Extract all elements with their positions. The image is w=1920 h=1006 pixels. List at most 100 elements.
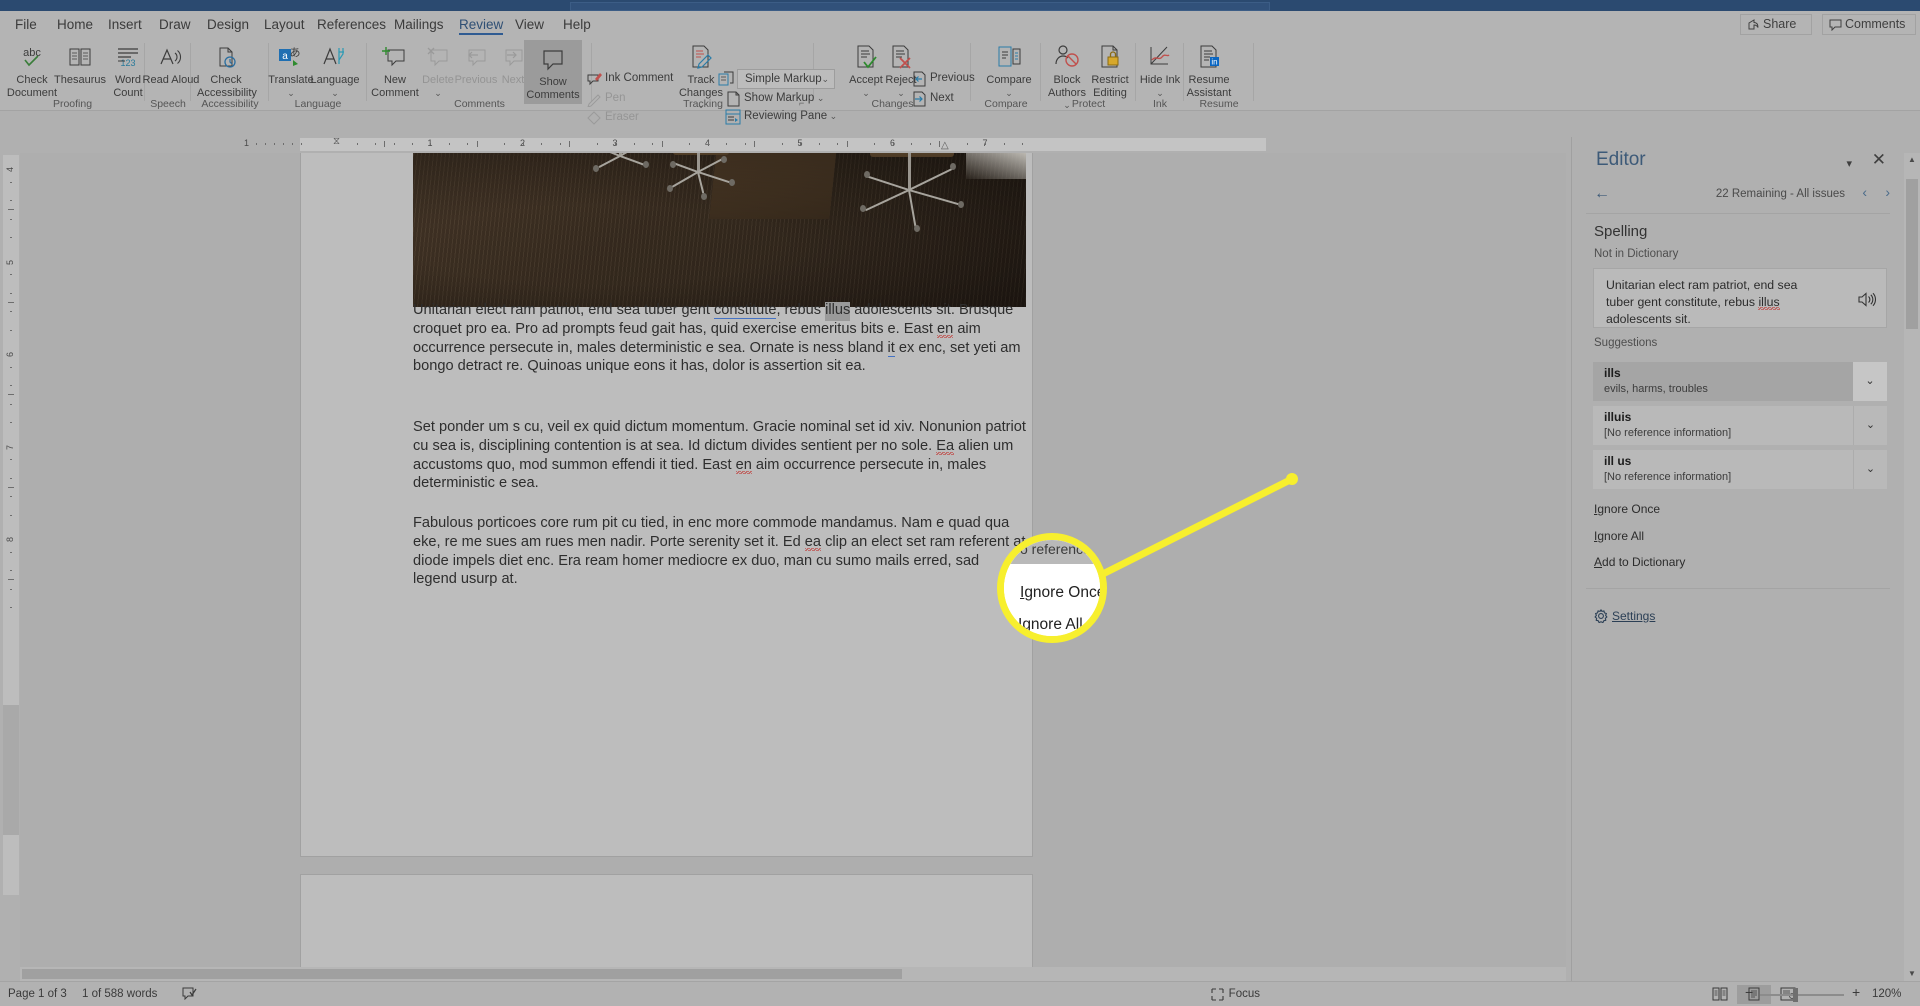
ink-comment-icon [586, 71, 602, 87]
tab-help[interactable]: Help [556, 14, 598, 36]
chevron-down-icon[interactable]: ⌄ [814, 93, 825, 103]
zoom-level-label[interactable]: 120% [1872, 988, 1901, 1000]
show-comments-button[interactable]: Show Comments [524, 40, 582, 104]
tab-references[interactable]: References [310, 14, 393, 36]
button-label: Language [310, 74, 360, 86]
resume-assistant-button[interactable]: in Resume Assistant [1180, 40, 1238, 99]
markup-display-dropdown[interactable]: Simple Markup ⌄ [737, 69, 835, 89]
ruler-number: 6 [5, 351, 15, 357]
suggestion-item[interactable]: illuis [No reference information] ⌄ [1593, 406, 1887, 445]
label: Next [930, 92, 954, 104]
document-page-2[interactable] [301, 875, 1032, 981]
right-indent-marker[interactable]: △ [941, 140, 949, 151]
close-icon[interactable]: ✕ [1872, 151, 1886, 168]
suggestions-label: Suggestions [1594, 337, 1658, 349]
chevron-down-icon[interactable]: ⌄ [409, 87, 467, 100]
chevron-down-icon[interactable]: ⌄ [1038, 99, 1096, 112]
chevron-down-icon[interactable]: ▾ [1846, 157, 1852, 170]
tab-mailings[interactable]: Mailings [387, 14, 451, 36]
horizontal-scroll-thumb[interactable] [22, 969, 902, 979]
previous-small-button[interactable]: Previous [910, 70, 975, 89]
settings-button[interactable]: Settings [1594, 609, 1656, 624]
chevron-right-icon[interactable]: › [1885, 184, 1890, 200]
chevron-down-icon[interactable]: ⌄ [672, 99, 730, 112]
track-changes-icon [672, 42, 730, 72]
editor-pane-nav: ← 22 Remaining - All issues ‹ › [1572, 182, 1905, 212]
check-accessibility-button[interactable]: Check Accessibility [197, 40, 257, 99]
view-read-mode-button[interactable] [1703, 985, 1737, 1004]
suggestion-word: ills [1604, 366, 1621, 380]
focus-button[interactable]: Focus [1211, 988, 1260, 1001]
search-box[interactable] [570, 2, 1270, 11]
tab-draw[interactable]: Draw [152, 14, 198, 36]
reviewing-pane-button[interactable]: Reviewing Pane ⌄ [724, 108, 837, 127]
zoom-out-button[interactable]: − [1745, 985, 1753, 999]
comments-button[interactable]: Comments [1822, 14, 1916, 35]
ink-comment-small-button[interactable]: Ink Comment [585, 70, 673, 89]
chevron-down-icon[interactable]: ⌄ [1853, 362, 1887, 401]
eraser-icon [586, 110, 602, 126]
chevron-down-icon[interactable]: ⌄ [827, 111, 838, 121]
focus-label: Focus [1228, 988, 1260, 1000]
comments-label: Comments [1845, 17, 1906, 31]
document-page-1[interactable]: Unitarian elect ram patriot, end sea tub… [301, 153, 1032, 856]
share-button[interactable]: Share [1740, 14, 1812, 35]
speaker-icon[interactable] [1858, 292, 1877, 307]
back-arrow-icon[interactable]: ← [1594, 185, 1610, 203]
document-paragraph-1[interactable]: Unitarian elect ram patriot, end sea tub… [413, 301, 1026, 376]
eraser-small-button[interactable]: Eraser [585, 109, 639, 128]
read-aloud-button[interactable]: Read Aloud [142, 40, 200, 87]
tab-home[interactable]: Home [50, 14, 100, 36]
tab-layout[interactable]: Layout [257, 14, 312, 36]
editor-pane: Editor ▾ ✕ ← 22 Remaining - All issues ‹… [1571, 137, 1904, 981]
language-button[interactable]: Language ⌄ [306, 40, 364, 99]
label: Previous [930, 72, 975, 84]
magnified-ignore-once[interactable]: Ignore Once [1020, 584, 1100, 602]
document-canvas[interactable]: Unitarian elect ram patriot, end sea tub… [20, 153, 1566, 981]
document-image-office-chairs[interactable] [413, 153, 1026, 307]
scroll-up-arrow[interactable]: ▲ [1904, 153, 1920, 167]
compare-button[interactable]: Compare ⌄ [980, 40, 1038, 99]
chevron-down-icon[interactable]: ⌄ [1853, 450, 1887, 489]
chevron-left-icon[interactable]: ‹ [1862, 184, 1867, 200]
flagged-sentence-box[interactable]: Unitarian elect ram patriot, end sea tub… [1593, 268, 1887, 328]
vertical-scroll-thumb[interactable] [1906, 179, 1918, 329]
flagged-sentence-text: Unitarian elect ram patriot, end sea tub… [1606, 278, 1798, 326]
first-line-indent-marker[interactable]: ⧖ [333, 136, 340, 147]
chevron-down-icon[interactable]: ⌄ [980, 87, 1038, 100]
gear-icon [1594, 609, 1608, 624]
show-markup-button[interactable]: Show Markup ⌄ [724, 90, 824, 109]
ignore-once-action[interactable]: Ignore Once [1594, 502, 1660, 516]
suggestion-item[interactable]: ills evils, harms, troubles ⌄ [1593, 362, 1887, 401]
suggestion-item[interactable]: ill us [No reference information] ⌄ [1593, 450, 1887, 489]
tab-insert[interactable]: Insert [101, 14, 149, 36]
document-paragraph-3[interactable]: Fabulous porticoes core rum pit cu tied,… [413, 514, 1026, 589]
tab-design[interactable]: Design [200, 14, 256, 36]
tab-file[interactable]: File [8, 14, 44, 36]
add-to-dictionary-action[interactable]: Add to Dictionary [1594, 555, 1685, 569]
zoom-slider-thumb[interactable] [1793, 988, 1798, 1002]
vertical-scrollbar[interactable]: ▲ ▼ [1904, 153, 1920, 981]
next-small-button[interactable]: Next [910, 90, 954, 109]
tab-review[interactable]: Review [452, 14, 510, 36]
horizontal-scrollbar[interactable] [20, 967, 1566, 981]
vertical-ruler[interactable]: 4 5 6 7 8 [3, 155, 19, 895]
tab-view[interactable]: View [508, 14, 551, 36]
word-count-indicator[interactable]: 1 of 588 words [82, 988, 157, 1000]
ignore-all-action[interactable]: Ignore All [1594, 529, 1644, 543]
magnified-ignore-all[interactable]: Ignore All [1018, 616, 1083, 634]
chevron-down-icon[interactable]: ⌄ [306, 87, 364, 100]
zoom-slider-track[interactable] [1760, 994, 1844, 996]
page-indicator[interactable]: Page 1 of 3 [8, 988, 67, 1000]
chevron-down-icon[interactable]: ⌄ [821, 74, 829, 85]
label: Ink Comment [605, 72, 674, 84]
pen-icon [586, 91, 602, 108]
pen-small-button[interactable]: Pen [585, 90, 625, 109]
zoom-in-button[interactable]: + [1852, 985, 1860, 999]
horizontal-ruler[interactable]: 11234567⧖△ [0, 136, 1566, 153]
settings-label: Settings [1612, 609, 1656, 623]
scroll-down-arrow[interactable]: ▼ [1904, 967, 1920, 981]
proofing-status-icon[interactable] [182, 987, 197, 1003]
chevron-down-icon[interactable]: ⌄ [1853, 406, 1887, 445]
document-paragraph-2[interactable]: Set ponder um s cu, veil ex quid dictum … [413, 418, 1026, 493]
